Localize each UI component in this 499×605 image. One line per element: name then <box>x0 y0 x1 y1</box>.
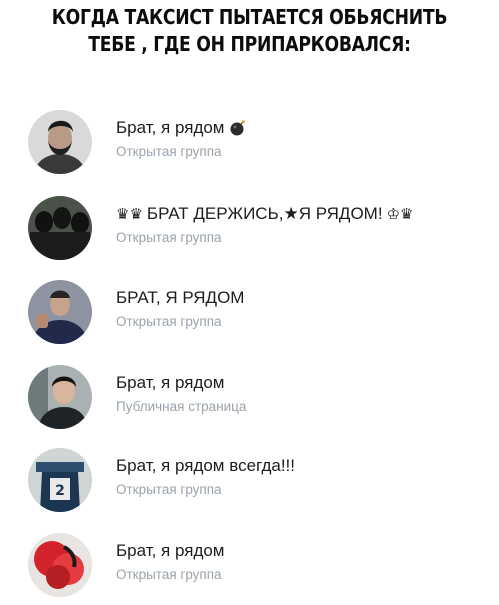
group-subtitle-6: Открытая группа <box>116 567 222 582</box>
group-search-results: Брат, я рядом Открытая группа ♛♛ БРАТ ДЕ… <box>0 0 499 604</box>
group-avatar-6[interactable] <box>28 533 92 597</box>
group-title-line-5[interactable]: Брат, я рядом всегда!!! <box>116 456 295 476</box>
group-title-line-3[interactable]: БРАТ, Я РЯДОМ <box>116 288 244 308</box>
svg-text:2: 2 <box>55 483 65 499</box>
group-title-line-1[interactable]: Брат, я рядом <box>116 118 247 138</box>
group-avatar-4[interactable] <box>28 365 92 429</box>
group-avatar-2[interactable] <box>28 196 92 260</box>
crown-icon: ♔♛ <box>386 206 414 223</box>
group-title-2[interactable]: БРАТ ДЕРЖИСЬ,★Я РЯДОМ! <box>147 204 383 224</box>
group-avatar-3[interactable] <box>28 280 92 344</box>
crown-icon: ♛♛ <box>116 206 143 223</box>
group-subtitle-3: Открытая группа <box>116 314 222 329</box>
group-row-3[interactable]: БРАТ, Я РЯДОМ Открытая группа <box>0 280 499 352</box>
group-avatar-1[interactable] <box>28 110 92 174</box>
group-title-line-6[interactable]: Брат, я рядом <box>116 541 225 561</box>
group-avatar-5[interactable]: 2 <box>28 448 92 512</box>
group-title-4[interactable]: Брат, я рядом <box>116 373 225 393</box>
group-row-4[interactable]: Брат, я рядом Публичная страница <box>0 365 499 437</box>
group-title-1[interactable]: Брат, я рядом <box>116 118 225 138</box>
group-row-6[interactable]: Брат, я рядом Открытая группа <box>0 533 499 605</box>
group-subtitle-1: Открытая группа <box>116 144 222 159</box>
group-row-1[interactable]: Брат, я рядом Открытая группа <box>0 110 499 182</box>
group-title-line-2[interactable]: ♛♛ БРАТ ДЕРЖИСЬ,★Я РЯДОМ! ♔♛ <box>116 204 413 224</box>
group-row-2[interactable]: ♛♛ БРАТ ДЕРЖИСЬ,★Я РЯДОМ! ♔♛ Открытая гр… <box>0 196 499 268</box>
group-title-3[interactable]: БРАТ, Я РЯДОМ <box>116 288 244 308</box>
group-title-6[interactable]: Брат, я рядом <box>116 541 225 561</box>
bomb-icon <box>229 119 247 137</box>
group-title-line-4[interactable]: Брат, я рядом <box>116 373 225 393</box>
group-subtitle-5: Открытая группа <box>116 482 222 497</box>
group-subtitle-2: Открытая группа <box>116 230 222 245</box>
group-row-5[interactable]: 2 Брат, я рядом всегда!!! Открытая групп… <box>0 448 499 520</box>
group-title-5[interactable]: Брат, я рядом всегда!!! <box>116 456 295 476</box>
group-subtitle-4: Публичная страница <box>116 399 247 414</box>
